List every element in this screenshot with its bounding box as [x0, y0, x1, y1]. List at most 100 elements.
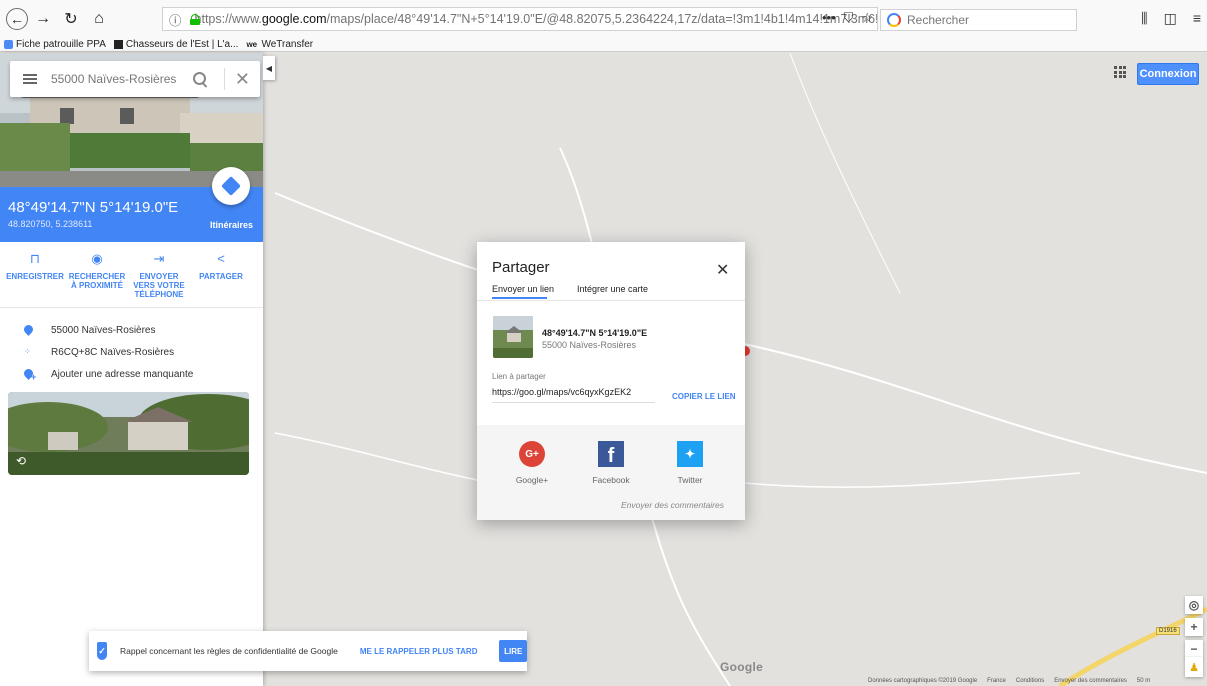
share-button[interactable]: < PARTAGER [190, 242, 252, 307]
search-divider [223, 68, 225, 90]
tab-send-link[interactable]: Envoyer un lien [492, 284, 554, 294]
my-location-icon[interactable]: ◎ [1185, 596, 1203, 614]
close-icon[interactable]: ✕ [716, 260, 729, 280]
sidebar-icon[interactable]: ◫ [1164, 10, 1177, 27]
share-place-name: 48°49'14.7"N 5°14'19.0"E [542, 328, 648, 338]
url-tools: ••• ⛉ ☆ [822, 10, 873, 26]
share-icon: < [217, 251, 225, 266]
apps-grid-icon[interactable] [1114, 66, 1126, 78]
nearby-icon: ◉ [91, 251, 103, 266]
back-icon[interactable]: ← [6, 7, 28, 30]
search-input[interactable]: 55000 Naïves-Rosières [51, 72, 192, 86]
place-decimal-coords: 48.820750, 5.238611 [8, 219, 93, 229]
place-title: 48°49'14.7"N 5°14'19.0"E [8, 199, 179, 216]
twitter-button[interactable]: ✦ Twitter [655, 441, 725, 485]
pin-icon [24, 325, 33, 336]
bookmark-item[interactable]: we WeTransfer [246, 39, 313, 50]
library-icon[interactable]: ⫼ [1141, 10, 1147, 27]
nearby-button[interactable]: ◉ RECHERCHER À PROXIMITÉ [66, 242, 128, 307]
hamburger-menu-icon[interactable] [23, 74, 37, 84]
google-plus-icon: G+ [519, 441, 545, 467]
terms-link[interactable]: Conditions [1016, 678, 1044, 684]
zoom-in-button[interactable]: + [1185, 618, 1203, 636]
google-plus-button[interactable]: G+ Google+ [497, 441, 567, 485]
place-panel: 55000 Naïves-Rosières ✕ 48°49'14.7"N 5°1… [0, 53, 263, 686]
thumbnail-photo [493, 316, 533, 358]
dialog-title: Partager [492, 259, 550, 276]
country-label[interactable]: France [987, 678, 1006, 684]
map-footer: Données cartographiques ©2019 Google Fra… [868, 678, 1150, 684]
url-protocol: https://www. [194, 12, 262, 26]
address-text: 55000 Naïves-Rosières [51, 324, 156, 336]
facebook-label: Facebook [592, 475, 630, 485]
sign-in-button[interactable]: Connexion [1137, 63, 1199, 85]
collapse-panel-button[interactable]: ◀ [263, 56, 275, 80]
share-place-address: 55000 Naïves-Rosières [542, 340, 637, 350]
privacy-reminder: ✓ Rappel concernant les règles de confid… [89, 631, 527, 671]
bookmark-item[interactable]: Chasseurs de l'Est | L'a... [113, 38, 239, 50]
directions-label[interactable]: Itinéraires [210, 220, 253, 230]
action-bar: ⊓ ENREGISTRER ◉ RECHERCHER À PROXIMITÉ ⇥… [0, 242, 263, 308]
star-icon[interactable]: ☆ [861, 10, 873, 26]
nearby-label: RECHERCHER À PROXIMITÉ [68, 272, 126, 290]
street-view-icon: ⟲ [16, 454, 27, 468]
google-search-icon [887, 13, 901, 27]
bookmark-label: WeTransfer [261, 38, 314, 50]
search-box[interactable]: 55000 Naïves-Rosières ✕ [10, 61, 260, 97]
bookmark-icon: ⊓ [29, 251, 41, 266]
remind-later-button[interactable]: ME LE RAPPELER PLUS TARD [360, 647, 478, 656]
scale-label[interactable]: 50 m [1137, 678, 1150, 684]
bookmark-label: Chasseurs de l'Est | L'a... [125, 38, 239, 50]
bookmarks-bar: Fiche patrouille PPA Chasseurs de l'Est … [0, 37, 1207, 52]
tab-embed-map[interactable]: Intégrer une carte [577, 284, 648, 294]
home-icon[interactable]: ⌂ [88, 8, 110, 30]
close-icon[interactable]: ✕ [235, 69, 250, 90]
plus-code-row[interactable]: ⁘ R6CQ+8C Naïves-Rosières [0, 341, 263, 363]
browser-right-tools: ⫼ ◫ ≡ [1141, 10, 1201, 27]
search-icon[interactable] [192, 71, 208, 87]
url-bar[interactable]: ⓘ https://www. google.com/maps/place/48°4… [162, 7, 878, 31]
url-path: /maps/place/48°49'14.7"N+5°14'19.0"E/@48… [326, 12, 877, 26]
save-button[interactable]: ⊓ ENREGISTRER [4, 242, 66, 307]
dialog-divider [477, 300, 745, 301]
shield-icon: ✓ [97, 642, 107, 660]
info-icon[interactable]: ⓘ [169, 10, 182, 29]
send-to-phone-label: ENVOYER VERS VOTRE TÉLÉPHONE [133, 272, 185, 299]
place-photo[interactable]: 55000 Naïves-Rosières ✕ [0, 53, 263, 187]
share-label: PARTAGER [199, 272, 243, 281]
google-plus-label: Google+ [515, 475, 549, 485]
bookmark-label: Fiche patrouille PPA [16, 38, 106, 50]
twitter-label: Twitter [677, 475, 703, 485]
reload-icon[interactable]: ↻ [60, 8, 82, 30]
google-logo: Google [720, 660, 764, 674]
bookmark-item[interactable]: Fiche patrouille PPA [4, 39, 106, 50]
add-address-icon [24, 369, 36, 382]
send-to-phone-button[interactable]: ⇥ ENVOYER VERS VOTRE TÉLÉPHONE [128, 242, 190, 307]
url-host: google.com [261, 12, 327, 26]
copy-link-button[interactable]: COPIER LE LIEN [672, 392, 736, 401]
send-feedback-link[interactable]: Envoyer des commentaires [621, 500, 724, 510]
street-view-thumbnail[interactable]: ⟲ [8, 392, 249, 475]
pocket-icon[interactable]: ⛉ [844, 10, 854, 26]
share-link-field[interactable]: https://goo.gl/maps/vc6qyxKgzEK2 [492, 387, 655, 403]
add-address-row[interactable]: Ajouter une adresse manquante [0, 363, 263, 385]
pegman-icon[interactable]: ♟ [1185, 657, 1203, 677]
map-controls: ◎ + − [1185, 596, 1203, 662]
address-row[interactable]: 55000 Naïves-Rosières [0, 319, 263, 341]
place-thumbnail [493, 316, 533, 358]
privacy-text: Rappel concernant les règles de confiden… [120, 646, 338, 656]
forward-icon[interactable]: → [32, 8, 54, 30]
share-dialog: Partager ✕ Envoyer un lien Intégrer une … [477, 242, 745, 520]
more-icon[interactable]: ••• [822, 10, 836, 26]
plus-code-text: R6CQ+8C Naïves-Rosières [51, 346, 175, 358]
footer-feedback-link[interactable]: Envoyer des commentaires [1054, 678, 1127, 684]
menu-icon[interactable]: ≡ [1193, 10, 1201, 27]
zoom-out-button[interactable]: − [1185, 640, 1203, 658]
facebook-button[interactable]: f Facebook [576, 441, 646, 485]
save-label: ENREGISTRER [6, 272, 64, 281]
twitter-icon: ✦ [677, 441, 703, 467]
browser-search-input[interactable]: Rechercher [880, 9, 1077, 31]
read-button[interactable]: LIRE [499, 640, 527, 662]
directions-button[interactable] [212, 167, 250, 205]
add-address-text: Ajouter une adresse manquante [51, 368, 194, 380]
